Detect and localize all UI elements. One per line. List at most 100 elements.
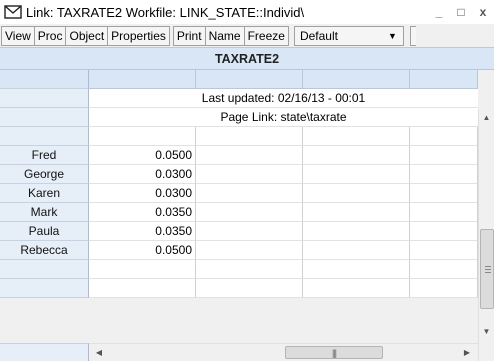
chevron-down-icon: ▼ <box>388 30 397 41</box>
table-row: Last updated: 02/16/13 - 00:01 <box>0 89 478 108</box>
data-cell[interactable] <box>410 260 478 279</box>
data-cell[interactable] <box>303 146 410 165</box>
column-header-row <box>0 70 478 89</box>
row-header[interactable]: Fred <box>0 146 89 165</box>
data-cell[interactable] <box>410 146 478 165</box>
data-cell[interactable] <box>303 165 410 184</box>
row-header[interactable]: Paula <box>0 222 89 241</box>
vertical-scroll-thumb[interactable] <box>480 229 494 309</box>
data-cell[interactable] <box>89 127 196 146</box>
row-header[interactable] <box>0 108 89 127</box>
data-cell[interactable] <box>196 165 303 184</box>
up-arrow-icon[interactable]: ▲ <box>479 109 494 126</box>
column-header[interactable] <box>196 70 303 89</box>
table-row: Rebecca 0.0500 <box>0 241 478 260</box>
table-row: Fred 0.0500 <box>0 146 478 165</box>
horizontal-scroll-thumb[interactable]: ||| <box>285 346 383 359</box>
data-cell[interactable] <box>410 222 478 241</box>
maximize-button[interactable]: □ <box>450 1 472 23</box>
data-cell[interactable] <box>89 260 196 279</box>
data-cell[interactable]: 0.0300 <box>89 184 196 203</box>
data-cell[interactable] <box>410 279 478 298</box>
data-cell[interactable] <box>196 241 303 260</box>
data-cell[interactable] <box>196 279 303 298</box>
table-row: Paula 0.0350 <box>0 222 478 241</box>
envelope-icon <box>4 5 22 19</box>
view-button[interactable]: View <box>1 25 35 46</box>
display-select[interactable]: Default ▼ <box>293 25 404 46</box>
row-header[interactable] <box>0 127 89 146</box>
data-cell[interactable] <box>410 165 478 184</box>
row-header[interactable]: Mark <box>0 203 89 222</box>
column-header[interactable] <box>89 70 196 89</box>
row-header[interactable]: George <box>0 165 89 184</box>
minimize-button[interactable]: _ <box>428 1 450 23</box>
table-row <box>0 279 478 298</box>
grip-icon <box>485 266 491 275</box>
data-cell[interactable] <box>303 184 410 203</box>
column-header[interactable] <box>303 70 410 89</box>
table-row: George 0.0300 <box>0 165 478 184</box>
data-cell[interactable] <box>303 260 410 279</box>
horizontal-scrollbar[interactable]: ◀ ||| ▶ <box>89 343 478 361</box>
window-title: Link: TAXRATE2 Workfile: LINK_STATE::Ind… <box>26 4 305 20</box>
right-arrow-icon[interactable]: ▶ <box>459 344 475 361</box>
display-select-value: Default <box>299 28 338 43</box>
last-updated-text[interactable]: Last updated: 02/16/13 - 00:01 <box>89 89 478 108</box>
properties-button[interactable]: Properties <box>107 25 170 46</box>
corner-cell[interactable] <box>0 70 89 89</box>
print-button[interactable]: Print <box>172 25 206 46</box>
proc-button[interactable]: Proc <box>33 25 67 46</box>
row-header[interactable] <box>0 279 89 298</box>
object-button[interactable]: Object <box>65 25 109 46</box>
vertical-scrollbar[interactable]: ▲ ▼ <box>478 109 494 361</box>
down-arrow-icon[interactable]: ▼ <box>479 323 494 340</box>
column-header[interactable] <box>410 70 478 89</box>
table-row <box>0 127 478 146</box>
data-cell[interactable]: 0.0350 <box>89 203 196 222</box>
data-cell[interactable] <box>303 241 410 260</box>
link-window: Link: TAXRATE2 Workfile: LINK_STATE::Ind… <box>0 0 494 361</box>
toolbar-group-main: View Proc Object Properties <box>1 25 170 46</box>
row-header[interactable]: Karen <box>0 184 89 203</box>
title-bar[interactable]: Link: TAXRATE2 Workfile: LINK_STATE::Ind… <box>0 0 494 24</box>
table-row: Page Link: state\taxrate <box>0 108 478 127</box>
data-cell[interactable]: 0.0500 <box>89 241 196 260</box>
data-cell[interactable] <box>410 184 478 203</box>
data-cell[interactable] <box>303 279 410 298</box>
data-cell[interactable] <box>410 203 478 222</box>
data-cell[interactable] <box>196 127 303 146</box>
toolbar-overflow-button[interactable] <box>409 25 416 46</box>
data-cell[interactable] <box>303 203 410 222</box>
table-row: Mark 0.0350 <box>0 203 478 222</box>
table-row: Karen 0.0300 <box>0 184 478 203</box>
freeze-button[interactable]: Freeze <box>243 25 289 46</box>
grip-icon: ||| <box>331 347 337 358</box>
data-cell[interactable] <box>410 127 478 146</box>
data-cell[interactable] <box>196 260 303 279</box>
data-cell[interactable]: 0.0300 <box>89 165 196 184</box>
toolbar: View Proc Object Properties Print Name F… <box>0 24 494 48</box>
data-cell[interactable]: 0.0500 <box>89 146 196 165</box>
row-header[interactable] <box>0 89 89 108</box>
row-header[interactable] <box>0 260 89 279</box>
spreadsheet-grid: Last updated: 02/16/13 - 00:01 Page Link… <box>0 70 478 298</box>
page-link-text[interactable]: Page Link: state\taxrate <box>89 108 478 127</box>
sheet-title: TAXRATE2 <box>0 48 494 70</box>
left-arrow-icon[interactable]: ◀ <box>91 344 107 361</box>
name-button[interactable]: Name <box>204 25 245 46</box>
table-row <box>0 260 478 279</box>
data-cell[interactable]: 0.0350 <box>89 222 196 241</box>
data-cell[interactable] <box>410 241 478 260</box>
close-button[interactable]: x <box>472 1 494 23</box>
data-cell[interactable] <box>196 184 303 203</box>
data-cell[interactable] <box>196 203 303 222</box>
data-cell[interactable] <box>303 127 410 146</box>
data-cell[interactable] <box>89 279 196 298</box>
data-cell[interactable] <box>303 222 410 241</box>
row-header[interactable]: Rebecca <box>0 241 89 260</box>
data-cell[interactable] <box>196 222 303 241</box>
toolbar-group-secondary: Print Name Freeze <box>172 25 289 46</box>
data-cell[interactable] <box>196 146 303 165</box>
row-header-footer <box>0 343 89 361</box>
